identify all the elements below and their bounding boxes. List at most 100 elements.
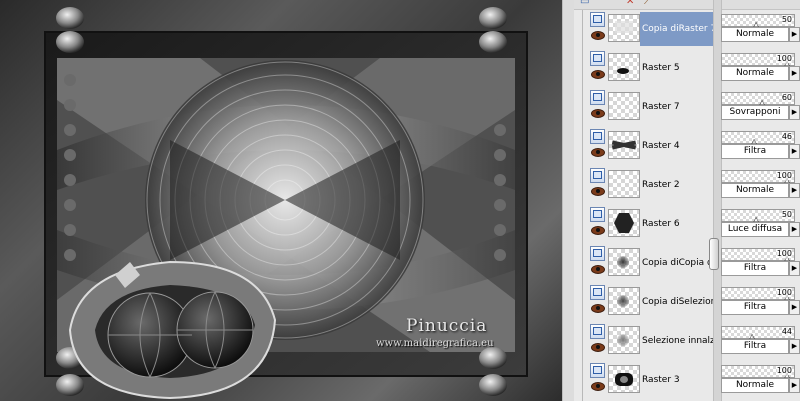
layer-row[interactable]: Raster 6 — [588, 205, 712, 242]
layer-properties: △ 50 Normale ▶ — [721, 10, 800, 47]
opacity-slider[interactable]: △ 50 — [721, 14, 795, 29]
opacity-value: 44 — [781, 327, 792, 336]
opacity-slider[interactable]: △ 100 — [721, 287, 795, 302]
layer-name-box[interactable]: Selezione innalz — [640, 324, 720, 358]
layer-type-icon[interactable] — [590, 90, 605, 105]
opacity-value: 100 — [776, 171, 792, 180]
layer-name-box[interactable]: Raster 7 — [640, 90, 720, 124]
layer-properties: △ 50 Luce diffusa ▶ — [721, 205, 800, 242]
layer-name: Raster 4 — [642, 141, 680, 151]
opacity-slider[interactable]: △ 50 — [721, 209, 795, 224]
layer-name: Raster 6 — [642, 219, 680, 229]
layer-thumbnail — [608, 170, 640, 198]
layer-type-icon[interactable] — [590, 363, 605, 378]
dropdown-arrow-icon[interactable]: ▶ — [789, 222, 800, 237]
layer-name: Raster 5 — [642, 63, 680, 73]
dropdown-arrow-icon[interactable]: ▶ — [789, 27, 800, 42]
blend-mode-select[interactable]: Sovrapponi — [721, 105, 789, 120]
layer-type-icon[interactable] — [590, 246, 605, 261]
layer-type-icon[interactable] — [590, 168, 605, 183]
layer-thumbnail — [608, 14, 640, 42]
opacity-slider[interactable]: △ 100 — [721, 170, 795, 185]
opacity-value: 50 — [781, 210, 792, 219]
layer-row[interactable]: Raster 4 — [588, 127, 712, 164]
dropdown-arrow-icon[interactable]: ▶ — [789, 66, 800, 81]
layer-thumbnail — [608, 287, 640, 315]
layer-name: Raster 7 — [642, 102, 680, 112]
layer-thumbnail — [608, 92, 640, 120]
watermark-title: Pinuccia — [406, 316, 488, 336]
eye-icon[interactable] — [591, 148, 605, 157]
layer-type-icon[interactable] — [590, 12, 605, 27]
dropdown-arrow-icon[interactable]: ▶ — [789, 261, 800, 276]
layers-toolbar: ▭ ✕ ⟋ — [574, 0, 800, 10]
layer-row[interactable]: Raster 5 — [588, 49, 712, 86]
layer-properties: △ 100 Filtra ▶ — [721, 283, 800, 320]
layer-name-box[interactable]: Copia diCopia di — [640, 246, 720, 280]
dropdown-arrow-icon[interactable]: ▶ — [789, 378, 800, 393]
layer-name-box[interactable]: Raster 4 — [640, 129, 720, 163]
eye-icon[interactable] — [591, 382, 605, 391]
eye-icon[interactable] — [591, 265, 605, 274]
eye-icon[interactable] — [591, 226, 605, 235]
new-layer-icon[interactable]: ▭ — [580, 0, 589, 7]
eye-icon[interactable] — [591, 70, 605, 79]
image-canvas[interactable]: Pinuccia www.maidiregrafica.eu — [0, 0, 562, 401]
layer-name-box[interactable]: Raster 2 — [640, 168, 720, 202]
blend-mode-select[interactable]: Filtra — [721, 261, 789, 276]
layer-row[interactable]: Raster 2 — [588, 166, 712, 203]
layer-name-box[interactable]: Raster 6 — [640, 207, 720, 241]
dropdown-arrow-icon[interactable]: ▶ — [789, 105, 800, 120]
blend-mode-select[interactable]: Normale — [721, 378, 789, 393]
layer-name: Selezione innalz — [642, 336, 715, 346]
opacity-slider[interactable]: △ 46 — [721, 131, 795, 146]
blend-mode-select[interactable]: Filtra — [721, 300, 789, 315]
opacity-slider[interactable]: △ 44 — [721, 326, 795, 341]
eye-icon[interactable] — [591, 31, 605, 40]
dropdown-arrow-icon[interactable]: ▶ — [789, 183, 800, 198]
opacity-slider[interactable]: △ 100 — [721, 365, 795, 380]
layer-type-icon[interactable] — [590, 285, 605, 300]
layer-row[interactable]: Copia diSelezion — [588, 283, 716, 320]
blend-mode-select[interactable]: Normale — [721, 27, 789, 42]
layer-type-icon[interactable] — [590, 129, 605, 144]
layer-type-icon[interactable] — [590, 324, 605, 339]
layer-name-box[interactable]: Copia diSelezion — [640, 285, 720, 319]
dropdown-arrow-icon[interactable]: ▶ — [789, 300, 800, 315]
opacity-slider[interactable]: △ 100 — [721, 248, 795, 263]
layer-row[interactable]: Copia diCopia di — [588, 244, 715, 281]
layer-row[interactable]: Raster 3 — [588, 361, 712, 398]
layer-type-icon[interactable] — [590, 51, 605, 66]
layer-name-box[interactable]: Raster 3 — [640, 363, 720, 397]
layer-row[interactable]: Raster 7 — [588, 88, 712, 125]
layer-row[interactable]: Copia diRaster 7 — [588, 10, 720, 47]
duplicate-layer-icon[interactable]: ⟋ — [644, 0, 651, 7]
eye-icon[interactable] — [591, 187, 605, 196]
layer-row[interactable]: Selezione innalz — [588, 322, 715, 359]
opacity-slider[interactable]: △ 60 — [721, 92, 795, 107]
dropdown-arrow-icon[interactable]: ▶ — [789, 144, 800, 159]
opacity-slider[interactable]: △ 100 — [721, 53, 795, 68]
layer-name: Raster 3 — [642, 375, 680, 385]
watermark-url: www.maidiregrafica.eu — [376, 338, 494, 349]
opacity-value: 50 — [781, 15, 792, 24]
layer-properties-column: △ 50 Normale ▶ △ 100 Normale ▶ △ 60 Sovrapponi ▶ △ 46… — [721, 10, 800, 401]
blend-mode-select[interactable]: Filtra — [721, 339, 789, 354]
layers-panel: ▭ ✕ ⟋ Copia diRaster 7 Raster 5 Raster 7 Ra… — [574, 0, 800, 401]
layer-properties: △ 60 Sovrapponi ▶ — [721, 88, 800, 125]
layer-name-box[interactable]: Copia diRaster 7 — [640, 12, 720, 46]
delete-layer-icon[interactable]: ✕ — [626, 0, 634, 7]
blend-mode-select[interactable]: Normale — [721, 66, 789, 81]
eye-icon[interactable] — [591, 304, 605, 313]
splitter-handle[interactable] — [709, 238, 719, 270]
eye-icon[interactable] — [591, 109, 605, 118]
opacity-value: 46 — [781, 132, 792, 141]
dropdown-arrow-icon[interactable]: ▶ — [789, 339, 800, 354]
layer-name: Copia diCopia di — [642, 258, 716, 268]
blend-mode-select[interactable]: Normale — [721, 183, 789, 198]
blend-mode-select[interactable]: Luce diffusa — [721, 222, 789, 237]
eye-icon[interactable] — [591, 343, 605, 352]
layer-type-icon[interactable] — [590, 207, 605, 222]
blend-mode-select[interactable]: Filtra — [721, 144, 789, 159]
layer-name-box[interactable]: Raster 5 — [640, 51, 720, 85]
